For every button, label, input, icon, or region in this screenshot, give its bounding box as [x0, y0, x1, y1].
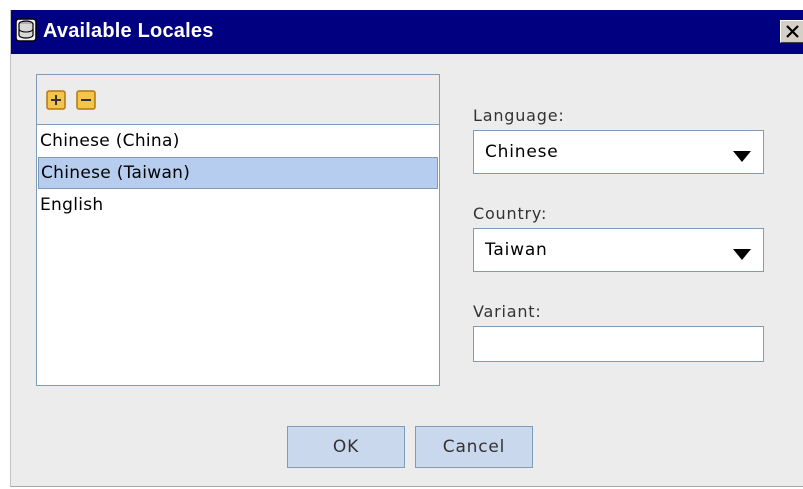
plus-icon — [46, 90, 66, 114]
locale-list-panel: Chinese (China) Chinese (Taiwan) English — [36, 74, 440, 386]
country-select[interactable]: Taiwan — [473, 228, 764, 272]
country-label: Country: — [473, 204, 548, 223]
ok-button[interactable]: OK — [287, 426, 405, 468]
locale-list: Chinese (China) Chinese (Taiwan) English — [37, 125, 439, 221]
add-locale-button[interactable] — [46, 90, 66, 110]
database-icon — [15, 18, 37, 42]
list-toolbar — [37, 75, 439, 125]
minus-icon — [76, 90, 96, 114]
list-item[interactable]: Chinese (China) — [37, 125, 439, 157]
variant-label: Variant: — [473, 302, 542, 321]
cancel-button[interactable]: Cancel — [415, 426, 533, 468]
list-item-label: Chinese (China) — [40, 131, 180, 151]
available-locales-dialog: Available Locales Chinese (China) Chines… — [10, 10, 803, 487]
close-button[interactable] — [780, 20, 803, 43]
list-item-label: English — [40, 195, 104, 215]
list-item[interactable]: Chinese (Taiwan) — [38, 157, 438, 189]
remove-locale-button[interactable] — [76, 90, 96, 110]
variant-input[interactable] — [473, 326, 764, 362]
list-item-label: Chinese (Taiwan) — [41, 163, 191, 183]
dropdown-arrow-icon — [733, 245, 751, 264]
window-title: Available Locales — [43, 20, 214, 42]
dropdown-arrow-icon — [733, 147, 751, 166]
list-item[interactable]: English — [37, 189, 439, 221]
language-label: Language: — [473, 106, 565, 125]
country-value: Taiwan — [485, 240, 548, 260]
title-bar[interactable]: Available Locales — [11, 10, 803, 54]
language-value: Chinese — [485, 142, 559, 162]
language-select[interactable]: Chinese — [473, 130, 764, 174]
